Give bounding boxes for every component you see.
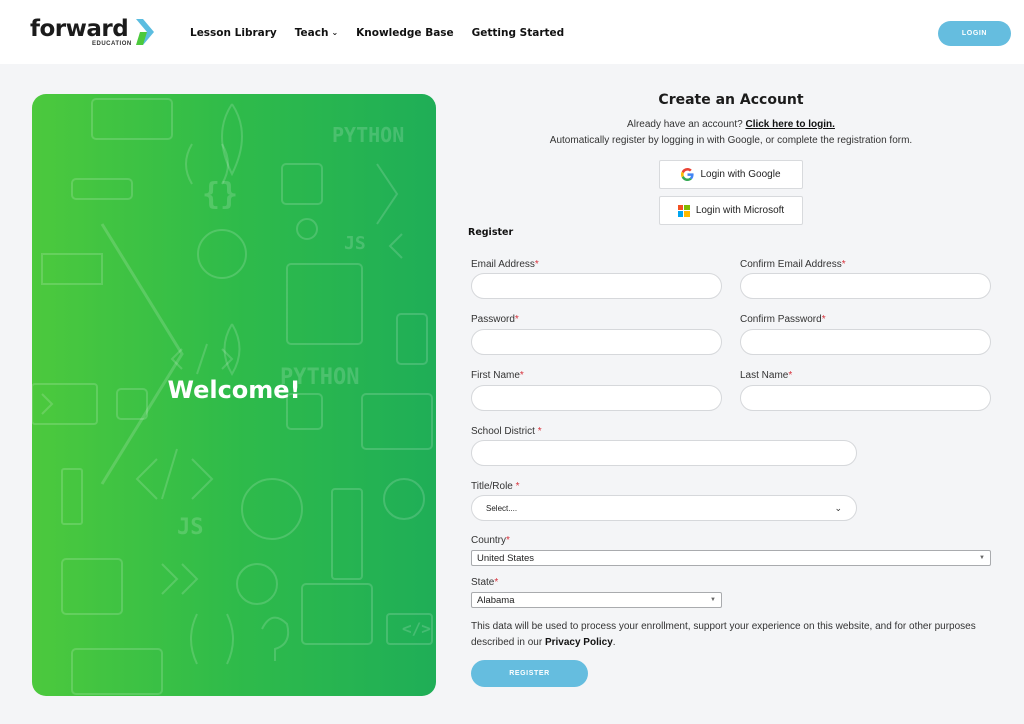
logo-chevron-icon xyxy=(136,19,154,45)
dropdown-arrow-icon: ▼ xyxy=(710,597,716,603)
forward-education-logo[interactable]: forward EDUCATION xyxy=(30,16,160,50)
nav-label: Getting Started xyxy=(471,27,565,39)
first-name-label: First Name* xyxy=(471,370,524,381)
google-label: Login with Google xyxy=(700,169,781,180)
nav-getting-started[interactable]: Getting Started xyxy=(472,27,565,39)
chevron-down-icon: ⌄ xyxy=(331,27,339,37)
country-label: Country* xyxy=(471,535,510,546)
welcome-panel: PYTHON JS PYTHON JS </> {} Welcome! xyxy=(32,94,436,696)
dropdown-arrow-icon: ▼ xyxy=(979,555,985,561)
register-heading: Register xyxy=(468,227,514,238)
state-selected: Alabama xyxy=(477,594,515,606)
site-header: forward EDUCATION Lesson Library Teach ⌄ … xyxy=(0,0,1024,64)
login-link[interactable]: Click here to login. xyxy=(745,119,834,130)
school-district-label: School District * xyxy=(471,426,542,437)
last-name-field[interactable] xyxy=(740,385,991,411)
svg-text:PYTHON: PYTHON xyxy=(332,123,404,147)
title-role-selected: Select.... xyxy=(486,503,518,513)
password-field[interactable] xyxy=(471,329,722,355)
state-select[interactable]: Alabama ▼ xyxy=(471,592,722,608)
google-icon xyxy=(681,168,695,181)
form-title: Create an Account xyxy=(658,92,804,108)
title-role-label: Title/Role * xyxy=(471,481,520,492)
svg-text:JS: JS xyxy=(177,515,204,540)
login-prompt: Already have an account? Click here to l… xyxy=(470,119,992,130)
logo-wordmark: forward xyxy=(30,16,129,42)
email-field[interactable] xyxy=(471,273,722,299)
privacy-policy-link[interactable]: Privacy Policy xyxy=(545,637,613,648)
microsoft-label: Login with Microsoft xyxy=(695,205,785,216)
school-district-field[interactable] xyxy=(471,440,857,466)
logo-subtitle: EDUCATION xyxy=(92,41,132,47)
svg-text:</>: </> xyxy=(402,619,431,638)
nav-lesson-library[interactable]: Lesson Library xyxy=(190,27,277,39)
nav-knowledge-base[interactable]: Knowledge Base xyxy=(356,27,454,39)
welcome-heading: Welcome! xyxy=(167,376,301,404)
state-label: State* xyxy=(471,577,499,588)
nav-label: Teach xyxy=(294,27,329,39)
country-selected: United States xyxy=(477,552,535,564)
privacy-notice: This data will be used to process your e… xyxy=(471,621,976,648)
nav-label: Knowledge Base xyxy=(356,27,454,39)
nav-teach[interactable]: Teach ⌄ xyxy=(295,27,338,39)
have-account-text: Already have an account? xyxy=(627,119,743,130)
svg-text:{}: {} xyxy=(202,177,238,212)
confirm-password-field[interactable] xyxy=(740,329,991,355)
nav-label: Lesson Library xyxy=(190,27,277,39)
confirm-email-field[interactable] xyxy=(740,273,991,299)
password-label: Password* xyxy=(471,314,519,325)
country-select[interactable]: United States ▼ xyxy=(471,550,991,566)
svg-text:JS: JS xyxy=(344,233,366,254)
login-with-google-button[interactable]: Login with Google xyxy=(659,160,803,189)
title-role-select[interactable]: Select.... ⌄ xyxy=(471,495,857,521)
confirm-password-label: Confirm Password* xyxy=(740,314,826,325)
login-with-microsoft-button[interactable]: Login with Microsoft xyxy=(659,196,803,225)
login-button[interactable]: LOGIN xyxy=(938,21,1011,46)
chevron-down-icon: ⌄ xyxy=(834,502,842,513)
confirm-email-label: Confirm Email Address* xyxy=(740,259,846,270)
microsoft-icon xyxy=(677,204,690,217)
first-name-field[interactable] xyxy=(471,385,722,411)
register-button[interactable]: REGISTER xyxy=(471,660,588,687)
auto-register-text: Automatically register by logging in wit… xyxy=(549,135,913,146)
last-name-label: Last Name* xyxy=(740,370,793,381)
main-nav: Lesson Library Teach ⌄ Knowledge Base Get… xyxy=(190,27,564,39)
email-label: Email Address* xyxy=(471,259,539,270)
